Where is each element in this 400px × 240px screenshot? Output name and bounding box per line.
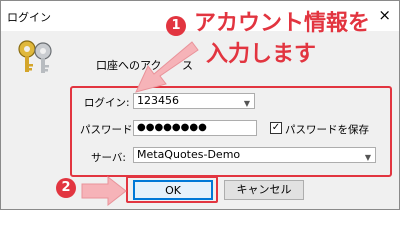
server-combobox[interactable]: MetaQuotes-Demo ▼: [133, 147, 376, 163]
window-title: ログイン: [7, 11, 51, 24]
keys-icon: [18, 40, 52, 73]
step-1-badge: 1: [166, 16, 186, 36]
login-label: ログイン:: [84, 97, 130, 109]
step-2-arrow-icon: [81, 176, 127, 206]
server-value: MetaQuotes-Demo: [137, 148, 241, 161]
step-1-text-line1: アカウント情報を: [194, 11, 371, 36]
password-value: ●●●●●●●●: [137, 122, 207, 133]
step-1-text-line2: 入力します: [206, 42, 317, 67]
save-password-label: パスワードを保存: [285, 124, 369, 136]
chevron-down-icon[interactable]: ▼: [244, 97, 250, 111]
step-2-badge: 2: [56, 178, 76, 198]
password-field[interactable]: ●●●●●●●●: [133, 120, 257, 136]
ok-button-highlight: [126, 176, 218, 203]
chevron-down-icon[interactable]: ▼: [365, 151, 371, 165]
server-label: サーバ:: [91, 152, 126, 164]
cancel-button[interactable]: キャンセル: [224, 180, 304, 200]
save-password-checkbox[interactable]: ✓: [270, 122, 282, 134]
step-1-arrow-icon: [135, 41, 199, 93]
